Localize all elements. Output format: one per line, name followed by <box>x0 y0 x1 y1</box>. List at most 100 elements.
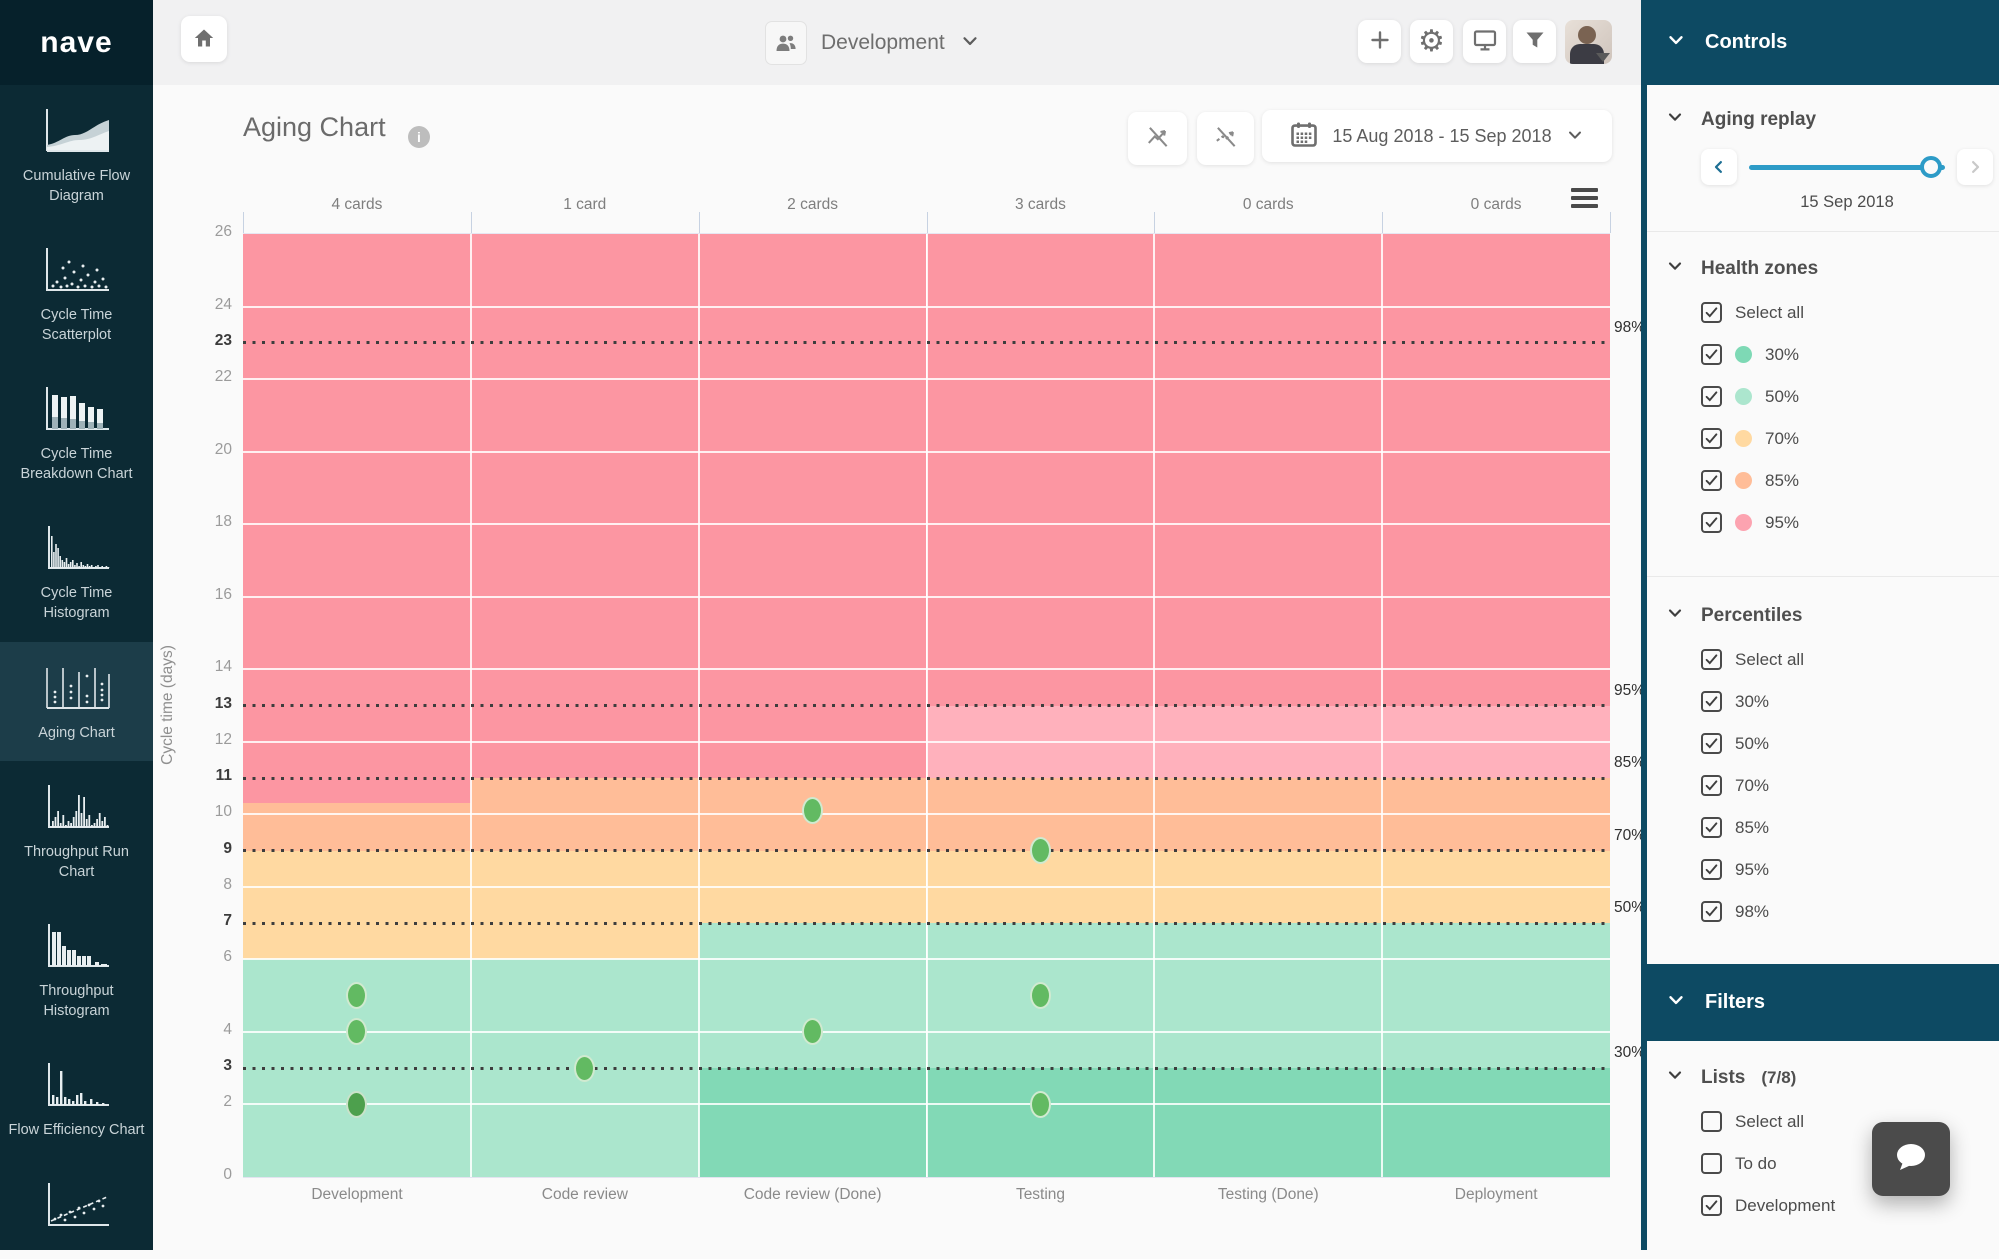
percentile-line-50 <box>243 922 1610 925</box>
replay-slider-handle[interactable] <box>1920 156 1942 178</box>
y-tick-label: 24 <box>180 296 232 314</box>
percentiles-header[interactable]: Percentiles <box>1665 603 1999 629</box>
panel-scrollbar[interactable] <box>1641 85 1647 1250</box>
replay-slider[interactable] <box>1749 156 1945 178</box>
checkbox[interactable] <box>1701 649 1722 670</box>
aging-chart-icon <box>39 662 115 714</box>
filter-button[interactable] <box>1513 20 1556 63</box>
sidebar-item-cycle-time-scatterplot[interactable]: Cycle Time Scatterplot <box>0 224 153 363</box>
percentile-option-select-all[interactable]: Select all <box>1701 645 1999 674</box>
sidebar-item-throughput-histogram[interactable]: Throughput Histogram <box>0 900 153 1039</box>
sidebar-item-throughput-run-chart[interactable]: Throughput Run Chart <box>0 761 153 900</box>
checkbox[interactable] <box>1701 512 1722 533</box>
controls-header[interactable]: Controls <box>1641 0 1999 85</box>
health-zone-option-30[interactable]: 30% <box>1701 340 1999 369</box>
chevron-down-icon <box>1665 989 1687 1016</box>
checkbox[interactable] <box>1701 901 1722 922</box>
percentile-line-30 <box>243 1067 1610 1070</box>
health-zone-option-select-all[interactable]: Select all <box>1701 298 1999 327</box>
checkbox[interactable] <box>1701 1111 1722 1132</box>
list-option-select-all[interactable]: Select all <box>1701 1107 1999 1136</box>
checkbox[interactable] <box>1701 386 1722 407</box>
sidebar-item-aging-chart[interactable]: Aging Chart <box>0 642 153 762</box>
zone-color-dot <box>1735 514 1752 531</box>
checkbox-label: 50% <box>1735 734 1769 754</box>
health-zone-teal <box>1154 1068 1382 1177</box>
column-card-count: 4 cards <box>243 196 471 214</box>
health-zones-header[interactable]: Health zones <box>1665 256 1999 282</box>
checkbox-label: 70% <box>1765 429 1799 449</box>
scatterplot-icon <box>39 244 115 296</box>
lists-header[interactable]: Lists (7/8) <box>1665 1065 1999 1091</box>
sidebar-item-scatter-trend-icon[interactable] <box>0 1159 153 1259</box>
dashed-trend-line-off-icon <box>1213 124 1239 153</box>
checkbox[interactable] <box>1701 470 1722 491</box>
checkbox[interactable] <box>1701 733 1722 754</box>
health-zone-teal <box>927 1068 1155 1177</box>
health-zone-option-95[interactable]: 95% <box>1701 508 1999 537</box>
throughput-histogram-icon <box>39 920 115 972</box>
percentile-option-30[interactable]: 30% <box>1701 687 1999 716</box>
percentile-option-95[interactable]: 95% <box>1701 855 1999 884</box>
checkbox[interactable] <box>1701 859 1722 880</box>
aging-chart-plot: 98%95%85%70%50%30% <box>243 233 1610 1178</box>
checkbox[interactable] <box>1701 775 1722 796</box>
sidebar-item-label: Cycle Time Breakdown Chart <box>8 445 145 484</box>
health-zone-option-70[interactable]: 70% <box>1701 424 1999 453</box>
checkbox[interactable] <box>1701 302 1722 323</box>
chevron-down-icon <box>1665 107 1685 133</box>
add-button[interactable] <box>1358 20 1401 63</box>
display-button[interactable] <box>1463 20 1506 63</box>
card-dot[interactable] <box>1030 837 1051 864</box>
user-avatar[interactable] <box>1565 20 1612 64</box>
percentile-option-98[interactable]: 98% <box>1701 897 1999 926</box>
sidebar-item-cycle-time-breakdown-chart[interactable]: Cycle Time Breakdown Chart <box>0 363 153 502</box>
list-option-to-do[interactable]: To do <box>1701 1149 1999 1178</box>
chevron-down-icon <box>1665 29 1687 56</box>
sidebar-item-cycle-time-histogram[interactable]: Cycle Time Histogram <box>0 502 153 641</box>
sidebar-item-label: Cumulative Flow Diagram <box>8 167 145 206</box>
checkbox[interactable] <box>1701 344 1722 365</box>
trend-line-off-icon <box>1145 124 1171 153</box>
percentile-option-50[interactable]: 50% <box>1701 729 1999 758</box>
y-tick-label: 12 <box>180 731 232 749</box>
date-range-picker[interactable]: 15 Aug 2018 - 15 Sep 2018 <box>1262 110 1612 162</box>
toggle-trend-button[interactable] <box>1128 112 1187 165</box>
percentile-option-85[interactable]: 85% <box>1701 813 1999 842</box>
column-card-count: 2 cards <box>699 196 927 214</box>
sidebar-item-label: Throughput Histogram <box>8 982 145 1021</box>
filters-header[interactable]: Filters <box>1641 964 1999 1041</box>
percentile-option-70[interactable]: 70% <box>1701 771 1999 800</box>
checkbox[interactable] <box>1701 1195 1722 1216</box>
card-dot[interactable] <box>574 1055 595 1082</box>
health-zone-mint <box>1382 923 1610 1068</box>
settings-button[interactable]: ⚙ <box>1410 20 1453 63</box>
health-zone-option-50[interactable]: 50% <box>1701 382 1999 411</box>
checkbox[interactable] <box>1701 1153 1722 1174</box>
aging-replay-header[interactable]: Aging replay <box>1665 107 1999 133</box>
info-icon[interactable]: i <box>408 126 430 148</box>
list-option-development[interactable]: Development <box>1701 1191 1999 1220</box>
replay-prev-button[interactable] <box>1701 149 1737 185</box>
sidebar-item-label: Throughput Run Chart <box>8 843 145 882</box>
health-zone-mint <box>1154 923 1382 1068</box>
checkbox-label: To do <box>1735 1154 1777 1174</box>
card-dot[interactable] <box>1030 1091 1051 1118</box>
column-card-count: 0 cards <box>1154 196 1382 214</box>
checkbox[interactable] <box>1701 691 1722 712</box>
replay-next-button[interactable] <box>1957 149 1993 185</box>
checkbox[interactable] <box>1701 817 1722 838</box>
checkbox-label: Development <box>1735 1196 1835 1216</box>
chat-widget-button[interactable] <box>1872 1122 1950 1196</box>
checkbox[interactable] <box>1701 428 1722 449</box>
checkbox-label: 70% <box>1735 776 1769 796</box>
board-selector[interactable]: Development <box>765 20 981 66</box>
home-button[interactable] <box>181 16 227 62</box>
toggle-dashed-trend-button[interactable] <box>1197 112 1254 165</box>
sidebar-item-flow-efficiency-chart[interactable]: Flow Efficiency Chart <box>0 1039 153 1159</box>
sidebar-item-cumulative-flow-diagram[interactable]: Cumulative Flow Diagram <box>0 85 153 224</box>
card-dot[interactable] <box>1030 982 1051 1009</box>
date-range-label: 15 Aug 2018 - 15 Sep 2018 <box>1332 126 1551 147</box>
health-zone-red <box>243 234 471 803</box>
health-zone-option-85[interactable]: 85% <box>1701 466 1999 495</box>
